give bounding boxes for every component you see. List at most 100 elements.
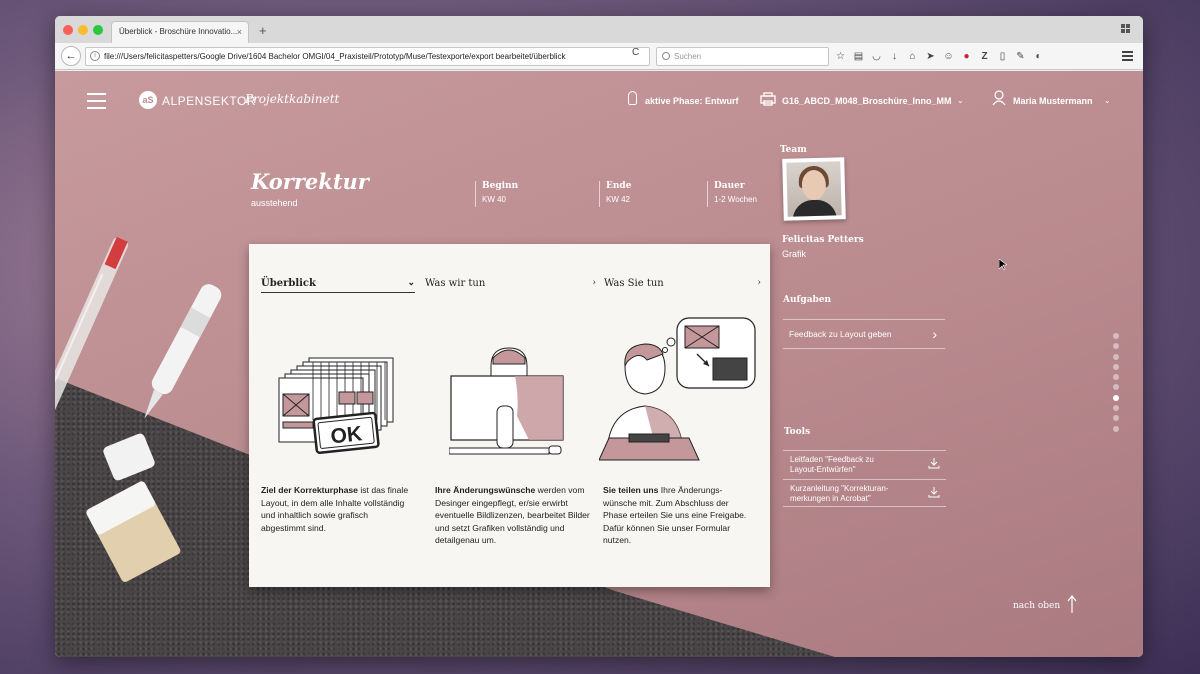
meta-end: Ende KW 42 xyxy=(599,181,631,207)
info-icon[interactable]: i xyxy=(90,51,100,61)
logo-icon[interactable]: aS xyxy=(139,91,157,109)
task-feedback-layout[interactable]: Feedback zu Layout geben › xyxy=(783,319,945,349)
pager-dot[interactable] xyxy=(1113,384,1119,391)
hamburger-menu-icon[interactable] xyxy=(87,93,106,109)
brand-subtitle[interactable]: Projektkabinett xyxy=(245,92,339,106)
column-heading: Sie teilen uns xyxy=(603,485,659,495)
chevron-right-icon: › xyxy=(932,326,937,342)
user-menu[interactable]: Maria Mustermann xyxy=(1013,96,1093,106)
designer-illustration xyxy=(449,347,564,455)
pager-dot[interactable] xyxy=(1113,333,1119,339)
smiley-icon[interactable]: ☺ xyxy=(941,49,956,64)
meta-label: Ende xyxy=(606,181,632,191)
reload-button[interactable]: C xyxy=(632,47,639,58)
pen-icon[interactable]: ✎ xyxy=(1013,49,1028,64)
column-heading: Ihre Änderungswünsche xyxy=(435,485,536,495)
tab-label: Überblick xyxy=(261,278,316,289)
pager-dot[interactable] xyxy=(1113,394,1119,401)
meta-begin: Beginn KW 40 xyxy=(475,181,518,207)
chevron-right-icon: › xyxy=(757,278,761,288)
send-icon[interactable]: ➤ xyxy=(923,49,938,64)
pinterest-icon[interactable]: ● xyxy=(959,49,974,64)
chevron-right-icon: › xyxy=(592,278,596,288)
pager-dot[interactable] xyxy=(1113,363,1119,370)
tasks-label: Aufgaben xyxy=(783,295,832,305)
chevron-down-icon[interactable]: ⌄ xyxy=(1104,96,1111,105)
pager-dot[interactable] xyxy=(1113,343,1119,350)
download-icon xyxy=(928,458,940,469)
column-text-goal: Ziel der Korrekturphase ist das finale L… xyxy=(261,484,413,534)
tab-overview[interactable]: Überblick ⌄ xyxy=(261,278,415,293)
search-icon xyxy=(662,52,670,60)
project-selector[interactable]: G16_ABCD_M048_Broschüre_Inno_MM xyxy=(782,96,952,106)
avatar[interactable] xyxy=(782,157,846,221)
brand-name[interactable]: ALPENSEKTOR xyxy=(162,94,256,108)
dark-icon[interactable]: ◐ xyxy=(1031,49,1046,64)
member-role: Grafik xyxy=(782,249,807,259)
tool-line: Leitfaden "Feedback zu xyxy=(790,455,874,464)
web-page: aS ALPENSEKTOR Projektkabinett aktive Ph… xyxy=(55,71,1143,657)
search-placeholder: Suchen xyxy=(674,52,702,61)
menu-icon[interactable] xyxy=(1122,51,1133,61)
mouse-cursor-icon xyxy=(999,259,1007,271)
toolbar-icons: ☆ ▤ ◡ ↓ ⌂ ➤ ☺ ● Z ▯ ✎ ◐ xyxy=(833,47,1046,66)
browser-toolbar: ← i file:///Users/felicitaspetters/Googl… xyxy=(55,43,1143,70)
tools-label: Tools xyxy=(784,427,811,437)
client-illustration xyxy=(599,317,756,461)
meta-duration: Dauer 1-2 Wochen xyxy=(707,181,757,207)
tab-label: Was wir tun xyxy=(425,278,486,289)
meta-value: KW 40 xyxy=(482,195,507,204)
pager-dot[interactable] xyxy=(1113,405,1119,412)
chevron-down-icon: ⌄ xyxy=(407,278,415,288)
window-grid-icon[interactable] xyxy=(1121,24,1131,34)
active-phase-label[interactable]: aktive Phase: Entwurf xyxy=(645,96,739,106)
layout-stack-illustration: OK xyxy=(278,357,394,454)
search-input[interactable]: Suchen xyxy=(656,47,829,66)
tool-guide-download[interactable]: Leitfaden "Feedback zu Layout-Entwürfen" xyxy=(783,450,946,478)
team-label: Team xyxy=(780,145,807,155)
browser-window: Überblick - Broschüre Innovatio... × + ←… xyxy=(55,16,1143,657)
tool-line: Layout-Entwürfen" xyxy=(790,465,856,474)
meta-label: Dauer xyxy=(714,181,745,191)
member-name: Felicitas Petters xyxy=(782,235,864,245)
pager-dot[interactable] xyxy=(1113,374,1119,381)
chevron-down-icon[interactable]: ⌄ xyxy=(957,96,964,105)
back-to-top-link[interactable]: nach oben xyxy=(1013,601,1060,611)
tab-title: Überblick - Broschüre Innovatio... xyxy=(119,27,238,36)
meta-value: KW 42 xyxy=(606,195,631,204)
star-icon[interactable]: ☆ xyxy=(833,49,848,64)
minimize-window-button[interactable] xyxy=(78,25,88,35)
zotero-icon[interactable]: Z xyxy=(977,49,992,64)
zoom-window-button[interactable] xyxy=(93,25,103,35)
browser-tab[interactable]: Überblick - Broschüre Innovatio... × xyxy=(111,21,249,43)
new-tab-button[interactable]: + xyxy=(259,23,267,38)
desk-props-illustration xyxy=(55,236,222,582)
tool-acrobat-download[interactable]: Kurzanleitung "Korrekturan- merkungen in… xyxy=(783,479,946,507)
tab-what-we-do[interactable]: Was wir tun › xyxy=(425,278,596,289)
home-icon[interactable]: ⌂ xyxy=(905,49,920,64)
meta-value: 1-2 Wochen xyxy=(714,195,757,204)
user-icon xyxy=(992,90,1006,105)
page-icon[interactable]: ▯ xyxy=(995,49,1010,64)
meta-label: Beginn xyxy=(482,181,519,191)
back-button[interactable]: ← xyxy=(61,46,81,66)
overview-card: Überblick ⌄ Was wir tun › Was Sie tun › xyxy=(249,244,770,587)
arrow-up-icon[interactable] xyxy=(1067,595,1077,613)
tab-what-you-do[interactable]: Was Sie tun › xyxy=(604,278,761,289)
pager-dot[interactable] xyxy=(1113,425,1119,432)
url-bar[interactable]: i file:///Users/felicitaspetters/Google … xyxy=(85,47,650,66)
column-text-changes: Ihre Änderungswünsche werden vom Desinge… xyxy=(435,484,590,547)
url-text: file:///Users/felicitaspetters/Google Dr… xyxy=(104,52,566,61)
pager-dot[interactable] xyxy=(1113,415,1119,422)
ok-stamp-text: OK xyxy=(329,422,363,448)
pager-dot[interactable] xyxy=(1113,353,1119,360)
pocket-icon[interactable]: ◡ xyxy=(869,49,884,64)
bookmarks-icon[interactable]: ▤ xyxy=(851,49,866,64)
download-icon xyxy=(928,487,940,498)
tab-close-icon[interactable]: × xyxy=(237,22,242,42)
column-heading: Ziel der Korrekturphase xyxy=(261,485,358,495)
tool-line: Kurzanleitung "Korrekturan- xyxy=(790,484,889,493)
download-icon[interactable]: ↓ xyxy=(887,49,902,64)
tab-bar: Überblick - Broschüre Innovatio... × + xyxy=(55,16,1143,43)
close-window-button[interactable] xyxy=(63,25,73,35)
